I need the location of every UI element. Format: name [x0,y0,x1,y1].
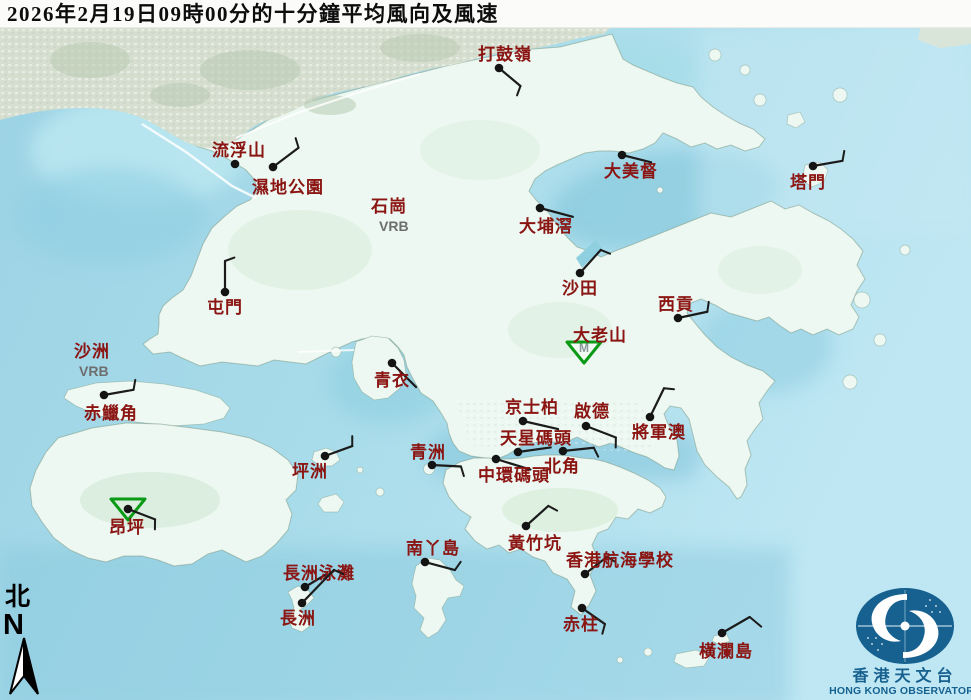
variable-wind-text: VRB [379,218,409,234]
station-label: 天星碼頭 [500,429,572,448]
hk-island-hill [502,488,618,532]
basemap [0,0,971,700]
wind-map-screen: 打鼓嶺 流浮山 濕地公園 石崗 VRB 大美督 塔門 大埔滘 沙田 屯門 西貢 M 大老山 沙洲 VRB 赤鱲… [0,0,971,700]
station-dot [99,390,109,400]
station-dot [300,582,310,592]
variable-wind-text: VRB [79,363,109,379]
station-label: 塔門 [790,172,826,192]
station-dot [297,598,307,608]
station-label: 青衣 [374,370,410,390]
station-dot [230,159,240,169]
station-dot [220,287,230,297]
station-dot [645,412,655,422]
station-label: 屯門 [207,297,243,317]
station-dot [535,203,545,213]
station-label: 濕地公園 [252,177,324,197]
hko-name-zh: 香港天文台 [851,666,957,685]
hko-name-en: HONG KONG OBSERVATORY [829,685,971,697]
station-label: 沙田 [562,279,598,298]
station-dot [268,162,278,172]
station-label: 南丫島 [406,538,460,558]
station-label: 沙洲 [74,342,110,361]
compass-north-hanzi: 北 [5,583,30,611]
station-label: 打鼓嶺 [478,44,532,64]
station-label: 黃竹坑 [507,533,562,553]
station-dot [387,358,397,368]
station-label: 大美督 [604,161,658,181]
station-dot [577,603,587,613]
station-label: 石崗 [370,197,407,216]
station-dot [518,416,528,426]
station-dot [521,521,531,531]
station-label: 坪洲 [292,462,328,481]
wind-barb-half [663,387,675,391]
station-dot [320,451,330,461]
station-label: 長洲泳灘 [283,563,355,583]
station-dot [617,150,627,160]
title-bar: 2026年2月19日09時00分的十分鐘平均風向及風速 [0,0,971,28]
station-dot [558,446,568,456]
hk-wind-map: 打鼓嶺流浮山濕地公園石崗VRB大美督塔門大埔滘沙田屯門 西貢M大老山沙洲VRB赤鱲… [0,0,971,700]
station-label: 大老山 [573,325,627,345]
station-label: 香港航海學校 [566,550,674,570]
compass-north-letter: N [3,609,24,641]
station-label: 西貢 [658,295,694,314]
station-label: 流浮山 [212,140,266,160]
station-label: 啟德 [574,401,610,421]
station-label: 將軍澳 [632,422,686,442]
wind-staff [430,463,463,468]
station-label: 長洲 [280,609,316,628]
station-dot [420,557,430,567]
station-label: 京士柏 [505,397,559,417]
station-dot [513,447,523,457]
station-label: 昂坪 [109,518,145,537]
station-dot [808,161,818,171]
station-dot [575,268,585,278]
wind-barb-half [706,300,710,313]
station-dot [494,63,504,73]
station-dot [717,628,727,638]
station-sha-chau: 沙洲 VRB [74,342,110,379]
station-dot [491,454,501,464]
station-label: 大埔滘 [519,216,573,236]
station-label: 赤鱲角 [84,403,138,423]
lantau-hill [80,472,220,528]
station-label: 青洲 [410,442,446,462]
map-title: 2026年2月19日09時00分的十分鐘平均風向及風速 [7,2,499,26]
station-label: 橫瀾島 [699,641,753,661]
station-dot [673,313,683,323]
station-label: 赤柱 [563,614,599,634]
station-dot [580,569,590,579]
station-label: 中環碼頭 [478,465,550,485]
station-label: 北角 [544,456,580,476]
station-dot [581,421,591,431]
station-dot [123,504,133,514]
